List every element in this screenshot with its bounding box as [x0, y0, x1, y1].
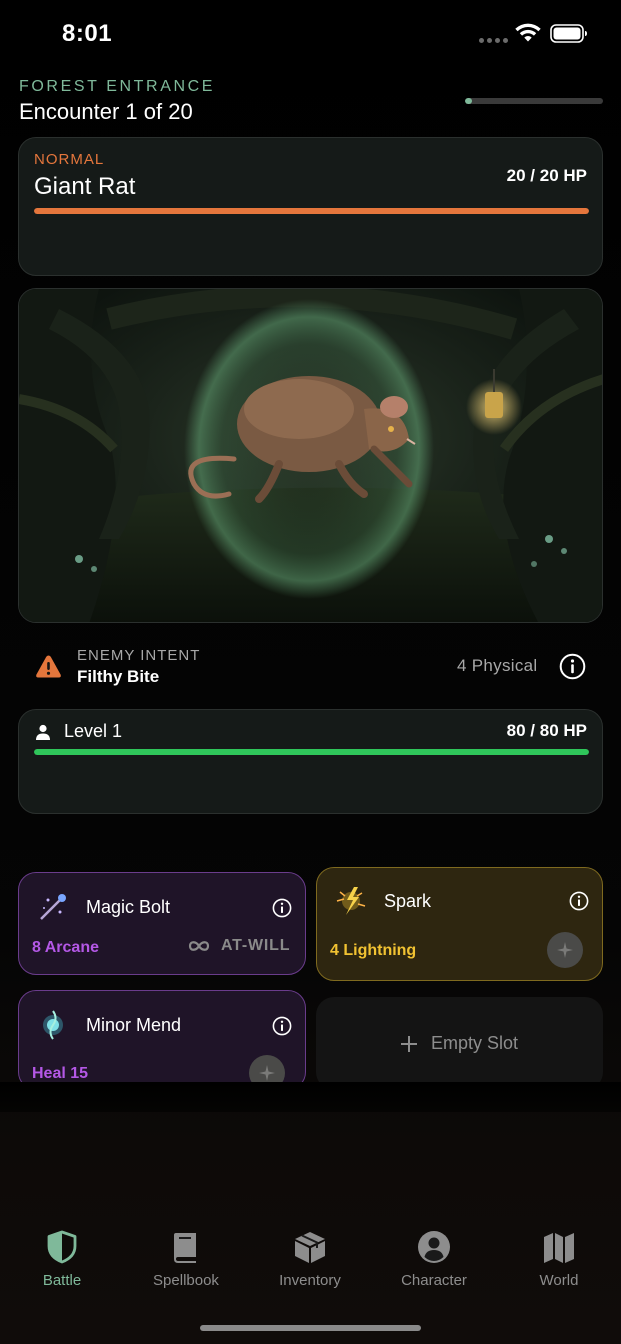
- signal-dots-icon: [479, 38, 508, 43]
- spell-name: Spark: [384, 891, 432, 911]
- lightning-spark-icon: [336, 887, 366, 915]
- encounter-counter: Encounter 1 of 20: [19, 99, 193, 124]
- scroll-fade: [0, 1082, 621, 1112]
- enemy-hp-bar: [34, 208, 589, 214]
- info-icon[interactable]: [272, 1016, 292, 1036]
- sparkle-icon: [259, 1065, 275, 1081]
- enemy-intent-name: Filthy Bite: [77, 667, 160, 686]
- tab-character[interactable]: Character: [372, 1210, 496, 1289]
- tab-bar: Battle Spellbook Inventory Character Wor…: [0, 1210, 621, 1320]
- empty-spell-slot[interactable]: Empty Slot: [316, 997, 603, 1090]
- player-card: Level 1 80 / 80 HP: [18, 709, 603, 814]
- enemy-name: Giant Rat: [34, 173, 136, 200]
- player-hp-fill: [34, 749, 589, 755]
- at-will-tag: AT-WILL: [187, 937, 290, 955]
- battle-screen: 8:01 FOREST ENTRANCE Encounter 1 of 20 N…: [0, 0, 621, 1344]
- encounter-progress-fill: [465, 98, 472, 104]
- battery-icon: [550, 24, 587, 43]
- spell-stat: Heal 15: [32, 1065, 89, 1082]
- player-hp-bar: [34, 749, 589, 755]
- info-icon[interactable]: [569, 891, 589, 911]
- player-level: Level 1: [64, 721, 123, 741]
- tab-label: Character: [401, 1272, 467, 1289]
- map-icon: [544, 1233, 574, 1263]
- at-will-label: AT-WILL: [221, 937, 291, 954]
- tab-label: World: [539, 1272, 579, 1289]
- enemy-hp-fill: [34, 208, 589, 214]
- spell-slot-minor-mend[interactable]: Minor Mend Heal 15: [18, 990, 306, 1090]
- info-icon[interactable]: [272, 898, 292, 918]
- person-icon: [36, 724, 50, 740]
- magic-wand-icon: [40, 894, 66, 920]
- enemy-card[interactable]: NORMAL Giant Rat 20 / 20 HP: [18, 137, 603, 276]
- spell-stat: 8 Arcane: [32, 939, 99, 956]
- spell-slot-spark[interactable]: Spark 4 Lightning: [316, 867, 603, 981]
- tab-battle[interactable]: Battle: [0, 1210, 124, 1289]
- sparkle-icon: [557, 942, 573, 958]
- tab-label: Spellbook: [153, 1272, 219, 1289]
- cast-button[interactable]: [547, 932, 583, 968]
- shield-icon: [47, 1230, 77, 1264]
- person-circle-icon: [418, 1231, 450, 1263]
- wifi-icon: [515, 23, 541, 42]
- spell-slot-magic-bolt[interactable]: Magic Bolt 8 Arcane AT-WILL: [18, 872, 306, 975]
- tab-inventory[interactable]: Inventory: [248, 1210, 372, 1289]
- spell-stat: 4 Lightning: [330, 942, 417, 959]
- spell-name: Minor Mend: [86, 1015, 182, 1035]
- tab-world[interactable]: World: [497, 1210, 621, 1289]
- encounter-progress-bar: [465, 98, 603, 104]
- status-time: 8:01: [62, 20, 113, 47]
- empty-slot-label: Empty Slot: [430, 1033, 519, 1053]
- infinity-icon: [188, 941, 210, 951]
- enemy-tier-label: NORMAL: [34, 151, 105, 168]
- info-icon[interactable]: [559, 653, 586, 680]
- player-hp-text: 80 / 80 HP: [506, 721, 587, 740]
- plus-icon: [400, 1035, 417, 1052]
- warning-icon: [36, 655, 61, 678]
- area-name: FOREST ENTRANCE: [19, 78, 216, 95]
- tab-label: Battle: [42, 1272, 82, 1289]
- book-icon: [174, 1233, 196, 1263]
- battle-scene-image: [18, 288, 603, 623]
- tab-label: Inventory: [279, 1272, 341, 1289]
- spell-name: Magic Bolt: [86, 897, 171, 917]
- status-bar: 8:01: [0, 0, 621, 70]
- enemy-hp-text: 20 / 20 HP: [506, 166, 587, 185]
- enemy-intent-label: ENEMY INTENT: [77, 647, 201, 664]
- home-indicator[interactable]: [200, 1325, 421, 1331]
- enemy-intent-damage: 4 Physical: [457, 656, 538, 675]
- healing-orb-icon: [43, 1010, 63, 1040]
- tab-spellbook[interactable]: Spellbook: [124, 1210, 248, 1289]
- box-icon: [295, 1232, 325, 1263]
